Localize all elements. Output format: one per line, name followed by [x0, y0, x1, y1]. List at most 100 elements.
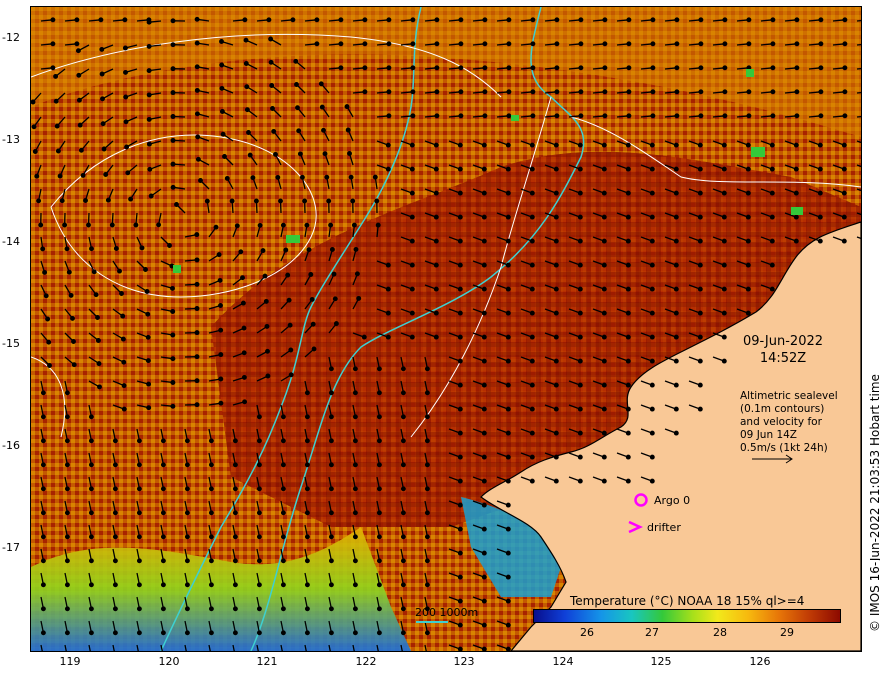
velocity-arrow-head — [553, 334, 559, 340]
velocity-arrow-head — [229, 198, 235, 204]
velocity-arrow-head — [553, 454, 559, 460]
velocity-arrow-head — [400, 510, 406, 516]
velocity-arrow-head — [506, 113, 512, 119]
velocity-arrow-head — [296, 128, 302, 134]
velocity-arrow-head — [386, 17, 392, 23]
velocity-arrow-head — [328, 366, 334, 372]
velocity-arrow-head — [505, 646, 511, 651]
velocity-arrow-head — [818, 17, 824, 23]
velocity-arrow-head — [232, 534, 238, 540]
velocity-arrow-head — [722, 41, 728, 47]
velocity-arrow-head — [146, 141, 152, 147]
velocity-arrow-head — [553, 262, 559, 268]
velocity-arrow-head — [362, 89, 368, 95]
velocity-arrow-head — [170, 90, 176, 96]
velocity-arrow-head — [530, 65, 536, 71]
velocity-arrow-head — [144, 289, 150, 294]
velocity-arrow-head — [218, 303, 223, 308]
velocity-arrow-head — [242, 17, 248, 23]
velocity-arrow-head — [745, 262, 751, 268]
drifter-label: drifter — [647, 521, 681, 534]
velocity-arrow-head — [100, 121, 106, 127]
velocity-arrow-head — [98, 17, 104, 23]
velocity-arrow-head — [347, 151, 352, 156]
velocity-arrow-head — [842, 41, 848, 47]
velocity-arrow-head — [198, 178, 203, 183]
velocity-arrow-head — [194, 354, 200, 360]
velocity-arrow-head — [698, 41, 704, 47]
velocity-arrow-head — [505, 238, 511, 244]
velocity-arrow-head — [481, 238, 487, 244]
velocity-arrow-head — [224, 175, 230, 181]
velocity-arrow-head — [746, 41, 752, 47]
velocity-arrow-head — [352, 558, 358, 564]
velocity-arrow-head — [53, 73, 59, 79]
velocity-arrow-head — [577, 478, 583, 484]
velocity-arrow-head — [625, 286, 631, 292]
velocity-arrow-head — [167, 243, 172, 248]
velocity-arrow-head — [529, 262, 535, 268]
velocity-arrow-head — [147, 166, 153, 172]
velocity-arrow-head — [376, 558, 382, 564]
velocity-arrow-head — [481, 166, 487, 172]
velocity-arrow-head — [160, 486, 166, 492]
velocity-arrow-head — [257, 222, 263, 228]
velocity-arrow-head — [457, 286, 463, 292]
velocity-arrow-head — [433, 286, 439, 292]
velocity-arrow-head — [40, 486, 46, 492]
velocity-arrow-head — [64, 438, 70, 444]
velocity-arrow-head — [204, 198, 210, 204]
velocity-arrow-head — [697, 190, 703, 196]
velocity-arrow-head — [195, 156, 201, 162]
velocity-arrow-head — [457, 382, 463, 388]
velocity-arrow-head — [46, 339, 52, 345]
velocity-arrow-head — [649, 358, 655, 364]
velocity-arrow-head — [80, 172, 86, 178]
velocity-arrow-head — [216, 252, 222, 258]
velocity-arrow-head — [769, 262, 775, 268]
velocity-arrow-head — [433, 238, 439, 244]
info-line: 09 Jun 14Z — [740, 429, 797, 441]
velocity-arrow-head — [40, 510, 46, 516]
velocity-arrow-head — [219, 62, 225, 68]
velocity-arrow-head — [458, 65, 464, 71]
velocity-arrow-head — [324, 174, 330, 180]
velocity-arrow-head — [40, 630, 46, 636]
velocity-arrow-head — [362, 17, 368, 23]
velocity-arrow-head — [136, 558, 142, 564]
velocity-arrow-head — [88, 438, 94, 444]
velocity-arrow-head — [40, 534, 46, 540]
velocity-arrow-head — [76, 97, 82, 103]
velocity-arrow-head — [286, 297, 292, 303]
velocity-arrow-head — [121, 383, 127, 389]
velocity-arrow-head — [697, 262, 703, 268]
velocity-arrow-head — [146, 116, 152, 122]
velocity-arrow-head — [409, 262, 415, 268]
velocity-arrow-head — [745, 190, 751, 196]
velocity-arrow-head — [674, 113, 680, 119]
velocity-arrow-head — [246, 130, 251, 135]
velocity-arrow-head — [208, 630, 214, 636]
velocity-arrow-head — [232, 462, 238, 468]
sst-map-canvas — [31, 7, 861, 651]
velocity-arrow-head — [280, 606, 286, 612]
sst-map[interactable] — [30, 6, 862, 652]
velocity-arrow-head — [136, 606, 142, 612]
velocity-arrow-head — [99, 71, 105, 77]
velocity-arrow-head — [133, 222, 139, 228]
velocity-arrow-head — [100, 96, 105, 102]
velocity-arrow-head — [278, 198, 283, 204]
velocity-arrow-head — [506, 17, 512, 23]
velocity-arrow-head — [385, 334, 391, 340]
velocity-arrow-head — [40, 582, 46, 588]
velocity-arrow-head — [553, 310, 559, 316]
velocity-arrow-head — [304, 510, 310, 516]
velocity-arrow-head — [842, 17, 848, 23]
velocity-arrow-head — [482, 113, 488, 119]
velocity-arrow-head — [649, 478, 655, 484]
velocity-arrow-head — [64, 462, 70, 468]
velocity-arrow-head — [626, 41, 632, 47]
velocity-arrow-head — [86, 222, 91, 228]
velocity-arrow-head — [433, 334, 439, 340]
velocity-arrow-head — [409, 190, 415, 196]
